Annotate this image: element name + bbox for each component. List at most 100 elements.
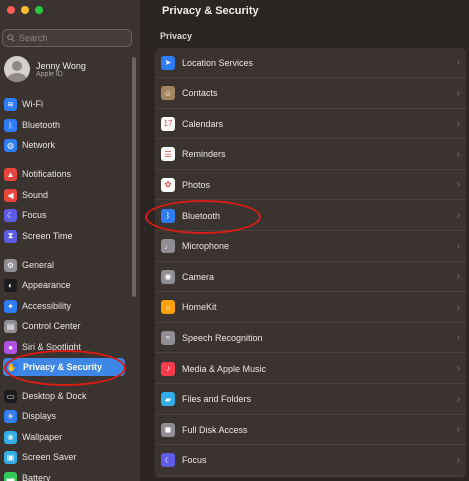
section-title: Privacy [160,31,193,41]
camera-icon: ◉ [161,269,175,284]
user-subtitle: Apple ID [36,70,63,78]
sidebar-item-wallpaper[interactable]: ❀ Wallpaper [4,428,62,446]
dock-icon: ▭ [4,389,17,403]
sidebar-item-label: Accessibility [22,301,72,311]
sidebar-item-label: Sound [22,190,49,200]
sidebar-item-label: Notifications [22,169,72,179]
sidebar-item-screen-saver[interactable]: ▣ Screen Saver [4,448,77,466]
avatar [4,56,30,82]
minimize-window-button[interactable] [21,6,29,14]
privacy-row-label: Media & Apple Music [182,363,267,374]
privacy-row-label: HomeKit [182,302,217,313]
sidebar-item-label: Control Center [22,321,81,331]
privacy-row-calendars[interactable]: 17 Calendars › [155,109,466,140]
annotation-circle-bluetooth [145,200,261,234]
sidebar-item-network[interactable]: ◍ Network [4,136,55,154]
sidebar-item-label: Network [22,140,56,150]
sidebar-item-desktop-dock[interactable]: ▭ Desktop & Dock [4,387,87,405]
sidebar-item-bluetooth[interactable]: ᛒ Bluetooth [4,116,60,134]
chevron-right-icon: › [456,301,460,313]
chevron-right-icon: › [456,87,460,99]
search-placeholder: Search [19,33,48,43]
moon-icon: ☾ [4,208,17,222]
privacy-row-full-disk-access[interactable]: ◼ Full Disk Access › [155,415,466,446]
privacy-row-speech-recognition[interactable]: ≈ Speech Recognition › [155,323,466,354]
chevron-right-icon: › [456,332,460,344]
sidebar-item-label: Focus [22,210,47,220]
chevron-right-icon: › [456,240,460,252]
privacy-row-photos[interactable]: ✿ Photos › [155,170,466,201]
sidebar-scrollbar[interactable] [132,57,136,297]
sidebar-item-label: Bluetooth [22,120,61,130]
chevron-right-icon: › [456,454,460,466]
search-input[interactable]: Search [2,29,132,47]
wallpaper-icon: ❀ [4,430,17,444]
sidebar-item-sound[interactable]: ◀ Sound [4,186,48,204]
sidebar-item-appearance[interactable]: ◐ Appearance [4,276,71,294]
photos-icon: ✿ [161,177,175,192]
sidebar-item-label: General [22,260,55,270]
sidebar-item-screen-time[interactable]: ⧗ Screen Time [4,227,73,245]
appearance-icon: ◐ [4,278,17,292]
sidebar-item-battery[interactable]: ▬ Battery [4,469,51,481]
privacy-row-camera[interactable]: ◉ Camera › [155,262,466,293]
privacy-row-label: Reminders [182,149,226,160]
bluetooth-icon: ᛒ [4,118,17,132]
speaker-icon: ◀ [4,188,17,202]
location-arrow-icon: ➤ [161,55,175,70]
close-window-button[interactable] [7,6,15,14]
sidebar-item-wi-fi[interactable]: ≋ Wi-Fi [4,95,43,113]
privacy-row-label: Camera [182,271,215,282]
chevron-right-icon: › [456,57,460,68]
privacy-row-reminders[interactable]: ☰ Reminders › [155,140,466,170]
globe-icon: ◍ [4,138,17,152]
calendar-icon: 17 [161,116,175,131]
sidebar-item-label: Appearance [22,280,71,290]
apple-id-account[interactable]: Jenny Wong Apple ID [4,56,86,82]
hourglass-icon: ⧗ [4,229,17,243]
window-controls [7,6,43,14]
sidebar-item-displays[interactable]: ☀ Displays [4,407,56,425]
sidebar-item-label: Displays [22,411,57,421]
disk-icon: ◼ [161,422,175,437]
privacy-row-location-services[interactable]: ➤ Location Services › [155,48,466,78]
privacy-row-label: Calendars [182,118,224,129]
annotation-circle-privacy [4,350,126,386]
privacy-row-media-apple-music[interactable]: ♪ Media & Apple Music › [155,354,466,384]
zoom-window-button[interactable] [35,6,43,14]
waveform-icon: ≈ [161,330,175,345]
privacy-row-label: Speech Recognition [182,332,263,343]
privacy-row-focus[interactable]: ☾ Focus › [155,446,466,476]
chevron-right-icon: › [456,148,460,160]
privacy-row-microphone[interactable]: ♩ Microphone › [155,232,466,262]
sidebar-item-label: Battery [22,473,51,481]
privacy-row-contacts[interactable]: ☺ Contacts › [155,79,466,109]
sidebar-item-notifications[interactable]: ▲ Notifications [4,165,71,183]
privacy-row-homekit[interactable]: ⌂ HomeKit › [155,293,466,323]
chevron-right-icon: › [456,424,460,436]
sidebar-item-control-center[interactable]: ▤ Control Center [4,317,81,335]
privacy-row-label: Microphone [182,241,230,252]
sidebar-item-label: Wallpaper [22,432,63,442]
sidebar-item-focus[interactable]: ☾ Focus [4,206,47,224]
sidebar: Search Jenny Wong Apple ID ≋ Wi-Fi ᛒ Blueto… [0,0,140,481]
sidebar-item-label: Desktop & Dock [22,391,87,401]
accessibility-icon: ✦ [4,299,17,313]
reminders-icon: ☰ [161,147,175,162]
chevron-right-icon: › [456,210,460,221]
privacy-row-label: Files and Folders [182,394,252,405]
folder-icon: ▰ [161,392,175,407]
privacy-row-label: Photos [182,179,211,190]
bell-icon: ▲ [4,167,17,181]
contacts-icon: ☺ [161,86,175,101]
sidebar-item-label: Wi-Fi [22,99,43,109]
privacy-list: ➤ Location Services › ☺ Contacts › 17 Calendars… [155,48,466,478]
sun-icon: ☀ [4,409,17,423]
privacy-row-label: Location Services [182,57,254,68]
sidebar-item-accessibility[interactable]: ✦ Accessibility [4,297,71,315]
privacy-row-files-and-folders[interactable]: ▰ Files and Folders › [155,385,466,415]
sidebar-item-label: Screen Saver [22,452,77,462]
wifi-icon: ≋ [4,97,17,111]
chevron-right-icon: › [456,363,460,374]
sidebar-item-general[interactable]: ⚙ General [4,256,54,274]
